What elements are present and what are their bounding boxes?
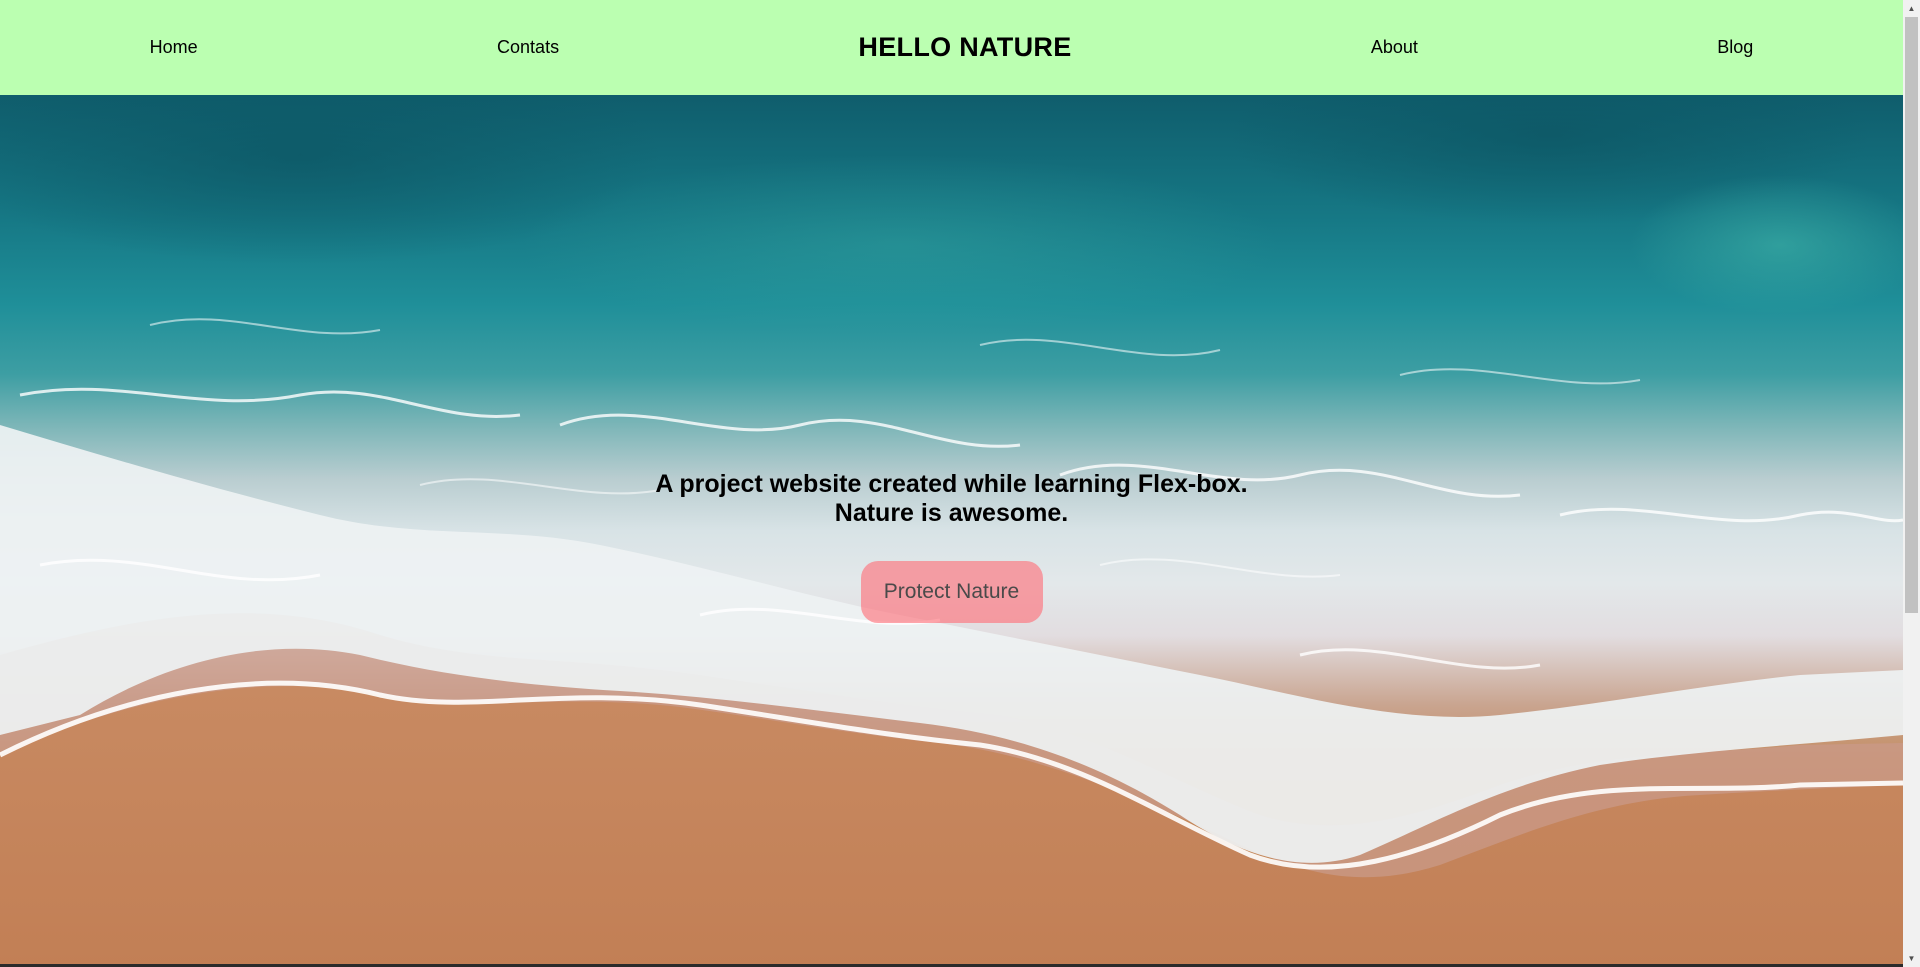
scroll-up-arrow-icon[interactable]: ▲ bbox=[1903, 0, 1920, 17]
hero-content: A project website created while learning… bbox=[0, 95, 1903, 967]
nav-link-contacts[interactable]: Contats bbox=[497, 37, 559, 58]
vertical-scrollbar[interactable]: ▲ ▼ bbox=[1903, 0, 1920, 967]
nav-link-about[interactable]: About bbox=[1371, 37, 1418, 58]
navbar: Home Contats HELLO NATURE About Blog bbox=[0, 0, 1903, 95]
scrollbar-thumb[interactable] bbox=[1905, 17, 1918, 613]
nav-link-home[interactable]: Home bbox=[150, 37, 198, 58]
hero-tagline: A project website created while learning… bbox=[655, 470, 1247, 528]
protect-nature-button[interactable]: Protect Nature bbox=[860, 561, 1043, 623]
viewport: Home Contats HELLO NATURE About Blog A p… bbox=[0, 0, 1903, 967]
hero-tagline-line-1: A project website created while learning… bbox=[655, 470, 1248, 498]
nav-link-blog[interactable]: Blog bbox=[1717, 37, 1753, 58]
hero-tagline-line-2: Nature is awesome. bbox=[834, 499, 1069, 527]
site-title: HELLO NATURE bbox=[858, 32, 1072, 62]
page: Home Contats HELLO NATURE About Blog A p… bbox=[0, 0, 1920, 967]
scroll-down-arrow-icon[interactable]: ▼ bbox=[1903, 950, 1920, 967]
